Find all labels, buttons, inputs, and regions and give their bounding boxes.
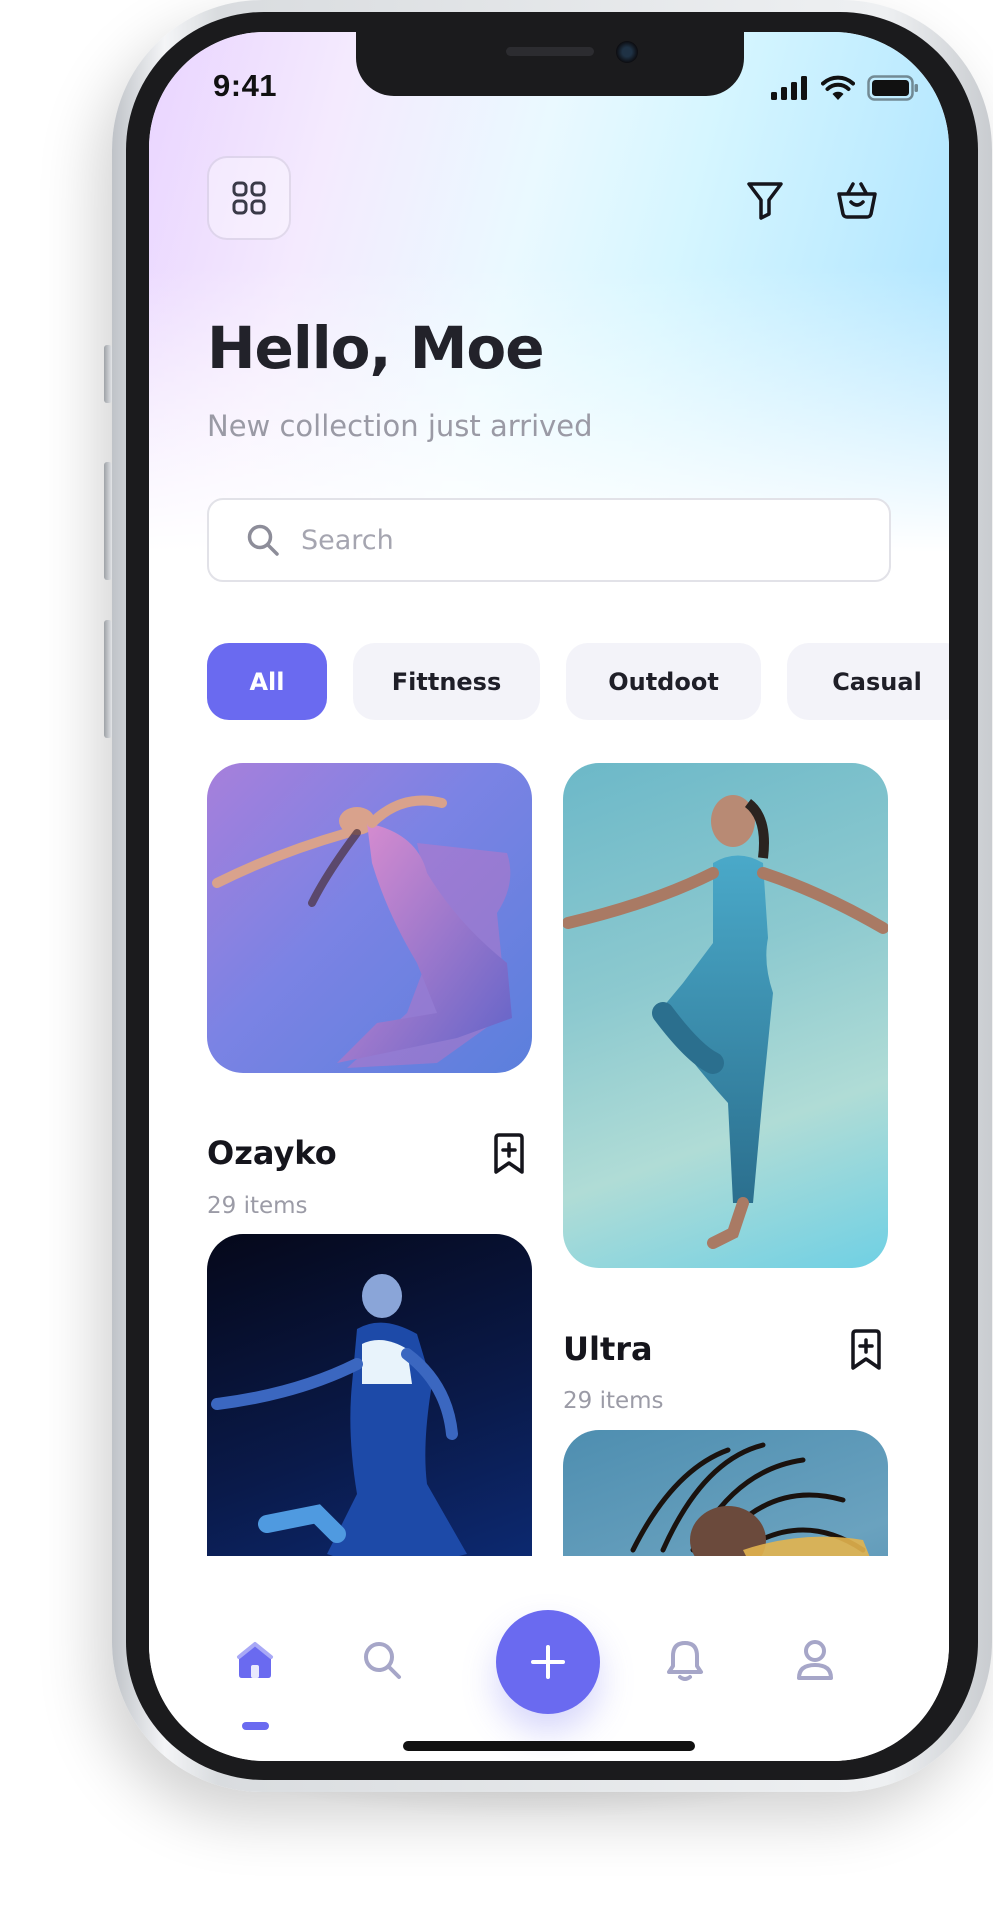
plus-icon [531,1645,565,1679]
search-icon [245,522,281,558]
bottom-tab-bar [149,1556,949,1761]
collection-title-ozayko: Ozayko [207,1134,337,1172]
chip-fitness[interactable]: Fittness [353,643,540,720]
notch [356,32,744,96]
tab-profile[interactable] [785,1630,845,1690]
greeting-subtitle: New collection just arrived [207,409,593,443]
menu-button[interactable] [207,156,291,240]
collection-image-ultra[interactable] [563,763,888,1268]
athlete-photo [563,795,888,1249]
mute-switch [104,345,112,403]
tab-search[interactable] [352,1630,412,1690]
filter-icon [747,182,783,220]
volume-down-button [104,620,112,738]
collection-title-ultra: Ultra [563,1330,653,1368]
chip-casual[interactable]: Casual [787,643,949,720]
wifi-icon [821,75,855,100]
grid-icon [232,181,266,215]
battery-icon [867,75,918,101]
jumper-photo [211,1274,467,1574]
header-gradient [149,32,949,552]
dancer-photo [212,795,512,1068]
category-chips: All Fittness Outdoot Casual [207,643,949,720]
status-time: 9:41 [213,68,278,103]
add-button[interactable] [496,1610,600,1714]
chip-outdoor[interactable]: Outdoot [566,643,761,720]
volume-up-button [104,462,112,580]
bookmark-button-ultra[interactable] [843,1327,889,1373]
bell-icon [667,1641,703,1681]
home-indicator [403,1741,695,1751]
tab-home[interactable] [225,1630,285,1690]
collection-count-ultra: 29 items [563,1388,664,1414]
filter-button[interactable] [739,174,791,226]
basket-icon [837,182,877,219]
collection-count-ozayko: 29 items [207,1193,308,1219]
bookmark-plus-icon [494,1133,524,1174]
collection-image-ozayko[interactable] [207,763,532,1073]
status-icons [771,72,919,104]
app-screen: 9:41 Hello, Moe New collection just arri… [149,32,949,1761]
tab-notifications[interactable] [655,1630,715,1690]
chip-all[interactable]: All [207,643,327,720]
greeting-title: Hello, Moe [207,314,545,382]
user-icon [797,1640,833,1680]
bookmark-plus-icon [851,1329,881,1370]
active-tab-indicator [242,1722,269,1730]
search-input[interactable] [299,523,863,557]
speaker [506,47,594,56]
home-icon [237,1642,273,1678]
search-icon [364,1642,401,1679]
collection-image-3[interactable] [207,1234,532,1594]
front-camera [616,41,638,63]
cart-button[interactable] [831,174,883,226]
bookmark-button-ozayko[interactable] [486,1131,532,1177]
signal-icon [771,76,807,100]
search-bar[interactable] [207,498,891,582]
